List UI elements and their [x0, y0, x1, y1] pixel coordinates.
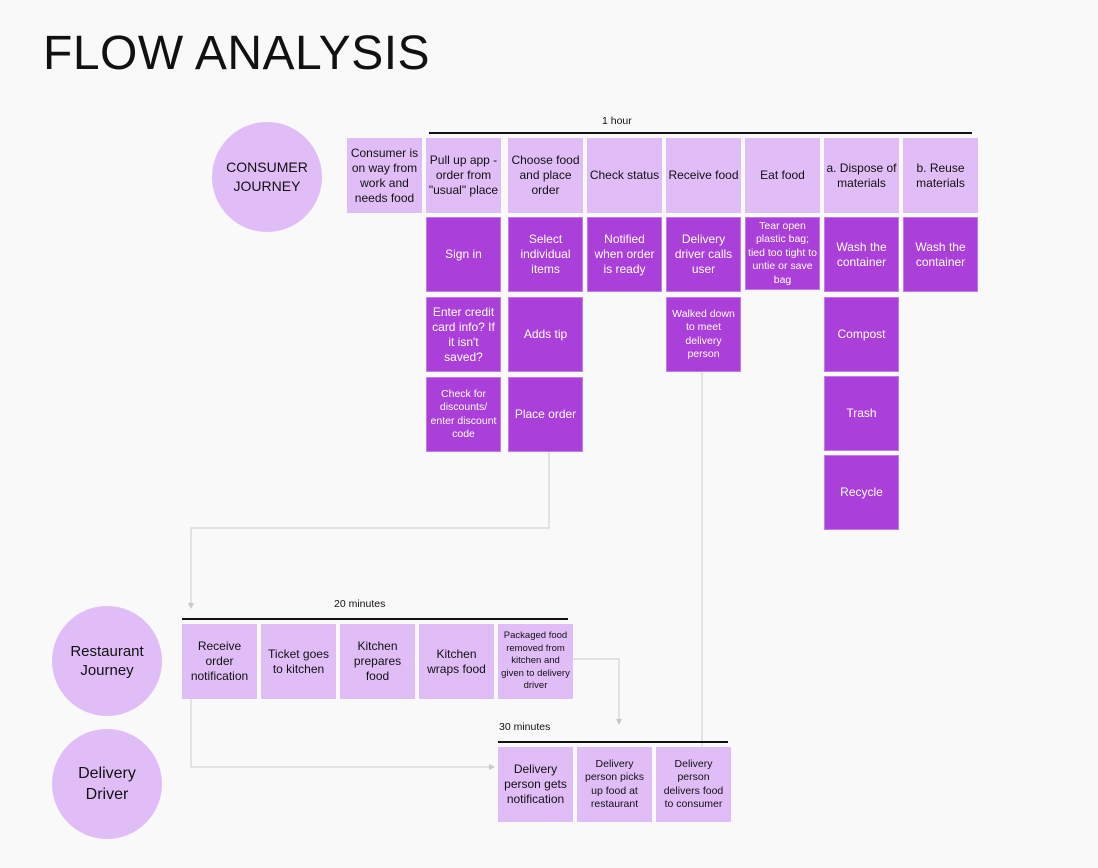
restaurant-packaged-food: Packaged food removed from kitchen and g… — [498, 624, 573, 699]
detail-wash-container-dispose: Wash the container — [824, 217, 899, 292]
stage-dispose-materials: a. Dispose of materials — [824, 138, 899, 213]
stage-eat-food: Eat food — [745, 138, 820, 213]
restaurant-duration-label: 20 minutes — [334, 598, 386, 610]
detail-place-order: Place order — [508, 377, 583, 452]
detail-driver-calls: Delivery driver calls user — [666, 217, 741, 292]
connector-restaurant-to-driver — [190, 698, 495, 770]
detail-sign-in: Sign in — [426, 217, 501, 292]
delivery-timeline — [498, 741, 728, 743]
detail-recycle: Recycle — [824, 455, 899, 530]
restaurant-ticket-to-kitchen: Ticket goes to kitchen — [261, 624, 336, 699]
detail-tear-open-bag: Tear open plastic bag; tied too tight to… — [745, 217, 820, 290]
restaurant-kitchen-prepares: Kitchen prepares food — [340, 624, 415, 699]
consumer-duration-label: 1 hour — [602, 115, 632, 127]
consumer-journey-label: CONSUMER JOURNEY — [226, 159, 308, 194]
consumer-timeline — [429, 132, 972, 134]
restaurant-receive-order: Receive order notification — [182, 624, 257, 699]
delivery-gets-notification: Delivery person gets notification — [498, 747, 573, 822]
detail-walked-down: Walked down to meet delivery person — [666, 297, 741, 372]
restaurant-timeline — [182, 618, 568, 620]
detail-trash: Trash — [824, 376, 899, 451]
restaurant-kitchen-wraps: Kitchen wraps food — [419, 624, 494, 699]
delivery-driver-label: Delivery Driver — [78, 765, 136, 803]
stage-check-status: Check status — [587, 138, 662, 213]
connector-order-to-restaurant — [188, 452, 550, 609]
delivery-driver-circle: Delivery Driver — [52, 729, 162, 839]
stage-pull-up-app: Pull up app - order from "usual" place — [426, 138, 501, 213]
restaurant-journey-label: Restaurant Journey — [70, 643, 144, 679]
consumer-context-step: Consumer is on way from work and needs f… — [347, 138, 422, 213]
consumer-journey-circle: CONSUMER JOURNEY — [212, 122, 322, 232]
detail-wash-container-reuse: Wash the container — [903, 217, 978, 292]
stage-receive-food: Receive food — [666, 138, 741, 213]
detail-compost: Compost — [824, 297, 899, 372]
delivery-delivers-food: Delivery person delivers food to consume… — [656, 747, 731, 822]
stage-choose-food: Choose food and place order — [508, 138, 583, 213]
detail-enter-credit-card: Enter credit card info? If it isn't save… — [426, 297, 501, 372]
stage-reuse-materials: b. Reuse materials — [903, 138, 978, 213]
restaurant-journey-circle: Restaurant Journey — [52, 606, 162, 716]
detail-adds-tip: Adds tip — [508, 297, 583, 372]
detail-select-items: Select individual items — [508, 217, 583, 292]
delivery-duration-label: 30 minutes — [499, 721, 551, 733]
detail-notified-ready: Notified when order is ready — [587, 217, 662, 292]
delivery-picks-up-food: Delivery person picks up food at restaur… — [577, 747, 652, 822]
detail-check-discounts: Check for discounts/ enter discount code — [426, 377, 501, 452]
connector-packaged-to-pickup — [572, 658, 622, 725]
